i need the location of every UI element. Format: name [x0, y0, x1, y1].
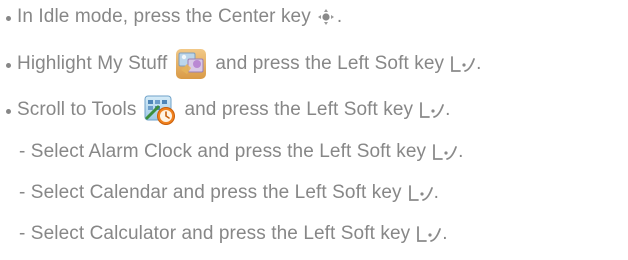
- period: .: [445, 99, 451, 120]
- left-soft-key-icon: [451, 56, 475, 72]
- period: .: [433, 182, 439, 203]
- period: .: [458, 141, 464, 162]
- period: .: [476, 53, 482, 74]
- instruction-list: In Idle mode, press the Center key . Hig…: [0, 0, 628, 260]
- period: .: [336, 6, 343, 27]
- step-idle-center: In Idle mode, press the Center key .: [6, 2, 342, 32]
- substep-calendar: - Select Calendar and press the Left Sof…: [19, 178, 439, 208]
- left-soft-key-icon: [417, 226, 442, 242]
- step-text: Scroll to Tools: [17, 99, 137, 120]
- substep-alarm-clock: - Select Alarm Clock and press the Left …: [19, 137, 464, 167]
- substep-text: - Select Alarm Clock and press the Left …: [19, 141, 427, 162]
- bullet: [6, 62, 11, 68]
- my-stuff-icon: [176, 49, 207, 79]
- left-soft-key-icon: [408, 185, 433, 201]
- bullet: [6, 15, 11, 21]
- period: .: [442, 223, 448, 244]
- step-my-stuff: Highlight My Stuff and press the Left So…: [6, 49, 481, 79]
- tools-icon: [144, 95, 176, 125]
- step-tools: Scroll to Tools and press the Left Soft …: [6, 95, 451, 125]
- step-text: Highlight My Stuff: [17, 53, 168, 74]
- left-soft-key-icon: [420, 102, 445, 118]
- center-key-icon: [317, 9, 334, 25]
- step-text: In Idle mode, press the Center key: [17, 6, 311, 27]
- bullet: [6, 108, 11, 114]
- substep-calculator: - Select Calculator and press the Left S…: [19, 219, 448, 249]
- step-text-cont: and press the Left Soft key: [215, 53, 445, 74]
- left-soft-key-icon: [433, 144, 458, 160]
- step-text-cont: and press the Left Soft key: [184, 99, 414, 120]
- substep-text: - Select Calculator and press the Left S…: [19, 223, 411, 244]
- substep-text: - Select Calendar and press the Left Sof…: [19, 182, 402, 203]
